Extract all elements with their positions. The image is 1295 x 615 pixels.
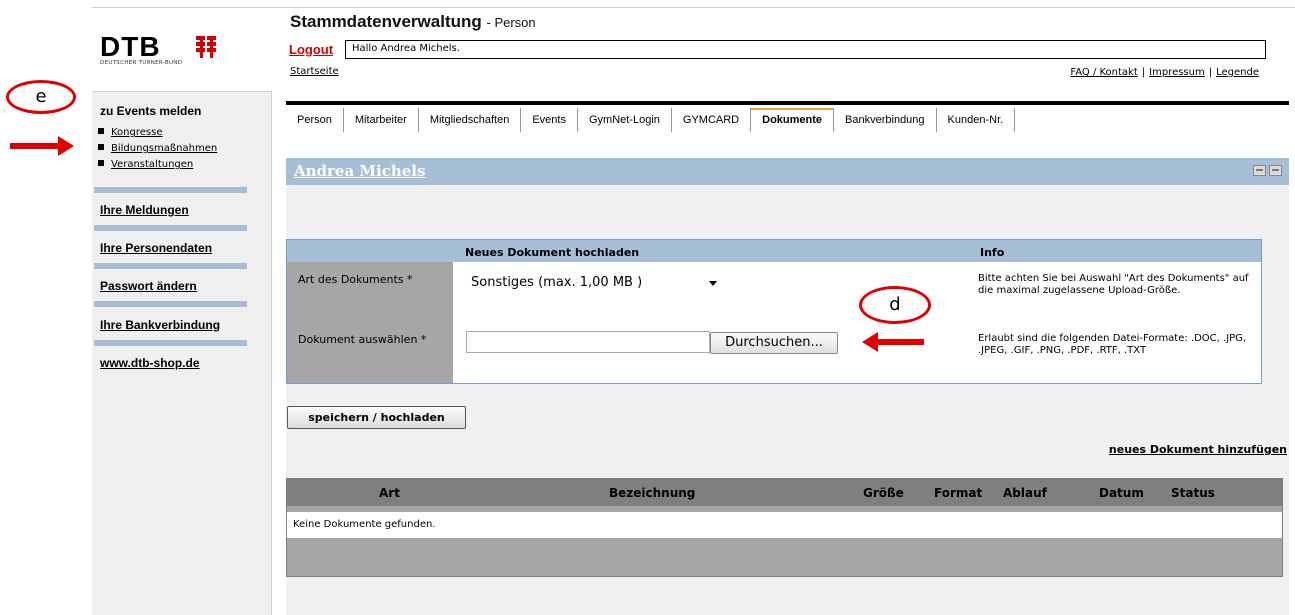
col-bezeichnung: Bezeichnung — [609, 486, 696, 500]
browse-button[interactable]: Durchsuchen... — [710, 332, 838, 354]
info-file-formats: Erlaubt sind die folgenden Datei-Formate… — [978, 333, 1247, 356]
tab-kunden-nr[interactable]: Kunden-Nr. — [937, 108, 1016, 132]
page-title-main: Stammdatenverwaltung — [290, 12, 482, 31]
sidebar-divider — [94, 187, 247, 193]
startseite-link[interactable]: Startseite — [290, 66, 339, 77]
tab-mitgliedschaften[interactable]: Mitgliedschaften — [419, 108, 522, 132]
tab-person[interactable]: Person — [286, 108, 344, 132]
annotation-marker-e: e — [6, 80, 76, 114]
page-title: Stammdatenverwaltung - Person — [290, 12, 536, 32]
tab-mitarbeiter[interactable]: Mitarbeiter — [344, 108, 419, 132]
documents-table-header: Art Bezeichnung Größe Format Ablauf Datu… — [287, 479, 1282, 506]
dtb-emblem-icon — [196, 36, 216, 58]
bildungsmassnahmen-link[interactable]: Bildungsmaßnahmen — [111, 143, 217, 154]
logout-link[interactable]: Logout — [289, 42, 333, 57]
info-heading: Info — [980, 246, 1005, 259]
empty-message: Keine Dokumente gefunden. — [293, 519, 436, 530]
table-row: Keine Dokumente gefunden. — [287, 512, 1282, 538]
file-path-input[interactable] — [466, 331, 710, 353]
sidebar-events-header: zu Events melden — [100, 104, 202, 118]
col-datum: Datum — [1099, 486, 1144, 500]
restore-icon[interactable] — [1269, 165, 1282, 176]
chevron-down-icon — [709, 281, 717, 286]
sidebar-item-passwort[interactable]: Passwort ändern — [100, 279, 197, 293]
sidebar-item-bankverbindung[interactable]: Ihre Bankverbindung — [100, 318, 220, 332]
sidebar-item-dtb-shop[interactable]: www.dtb-shop.de — [100, 356, 200, 370]
doc-type-select[interactable]: Sonstiges (max. 1,00 MB ) — [466, 273, 722, 293]
add-document-link[interactable]: neues Dokument hinzufügen — [1109, 443, 1287, 456]
col-ablauf: Ablauf — [1003, 486, 1047, 500]
sidebar-item-bildungsmassnahmen: Bildungsmaßnahmen — [98, 141, 217, 157]
dtb-logo: DTB DEUTSCHER TURNER-BUND — [96, 32, 236, 72]
header-top-rule — [92, 7, 1295, 8]
tab-gymcard[interactable]: GYMCARD — [672, 108, 752, 132]
greeting-box: Hallo Andrea Michels. — [345, 40, 1266, 59]
save-upload-button[interactable]: speichern / hochladen — [287, 406, 466, 429]
tabbar-rule — [286, 101, 1289, 105]
col-art: Art — [379, 486, 400, 500]
info-upload-size: Bitte achten Sie bei Auswahl "Art des Do… — [978, 273, 1249, 296]
logo-text: DTB — [100, 31, 161, 62]
tab-events[interactable]: Events — [521, 108, 578, 132]
kongresse-link[interactable]: Kongresse — [111, 127, 162, 138]
person-name-band: Andrea Michels — [286, 158, 1289, 185]
sidebar-divider — [94, 301, 247, 307]
sidebar-divider — [94, 225, 247, 231]
legende-link[interactable]: Legende — [1216, 67, 1259, 78]
impressum-link[interactable]: Impressum — [1149, 67, 1205, 78]
minimize-icon[interactable] — [1253, 165, 1266, 176]
annotation-marker-d: d — [859, 286, 931, 324]
separator: | — [1141, 67, 1146, 78]
bullet-icon — [98, 144, 104, 150]
sidebar-item-personendaten[interactable]: Ihre Personendaten — [100, 241, 212, 255]
upload-heading: Neues Dokument hochladen — [465, 246, 640, 259]
col-groesse: Größe — [863, 486, 904, 500]
tab-bankverbindung[interactable]: Bankverbindung — [834, 108, 937, 132]
upload-form-header: Neues Dokument hochladen Info — [287, 240, 1261, 262]
col-status: Status — [1171, 486, 1215, 500]
logo-subtitle: DEUTSCHER TURNER-BUND — [100, 60, 183, 66]
top-links: FAQ / Kontakt | Impressum | Legende — [1070, 67, 1259, 78]
upload-form-label-column: Art des Dokuments * Dokument auswählen * — [287, 262, 453, 383]
veranstaltungen-link[interactable]: Veranstaltungen — [111, 159, 193, 170]
tab-bar: Person Mitarbeiter Mitgliedschaften Even… — [286, 108, 1016, 134]
sidebar: zu Events melden Kongresse Bildungsmaßna… — [92, 91, 272, 615]
col-format: Format — [934, 486, 983, 500]
file-select-label: Dokument auswählen * — [298, 333, 427, 346]
doc-type-value: Sonstiges (max. 1,00 MB ) — [471, 275, 643, 290]
faq-contact-link[interactable]: FAQ / Kontakt — [1070, 67, 1137, 78]
annotation-arrow-right-icon — [10, 136, 74, 156]
sidebar-divider — [94, 340, 247, 346]
sidebar-event-list: Kongresse Bildungsmaßnahmen Veranstaltun… — [98, 125, 217, 173]
bullet-icon — [98, 160, 104, 166]
tab-gymnet-login[interactable]: GymNet-Login — [578, 108, 672, 132]
sidebar-item-meldungen[interactable]: Ihre Meldungen — [100, 203, 189, 217]
separator: | — [1208, 67, 1213, 78]
bullet-icon — [98, 128, 104, 134]
sidebar-item-kongresse: Kongresse — [98, 125, 217, 141]
tab-dokumente[interactable]: Dokumente — [751, 108, 835, 132]
annotation-arrow-left-icon — [862, 332, 924, 352]
person-name-link[interactable]: Andrea Michels — [294, 162, 425, 180]
page-title-sub: - Person — [486, 15, 536, 30]
sidebar-item-veranstaltungen: Veranstaltungen — [98, 157, 217, 173]
sidebar-divider — [94, 263, 247, 269]
doc-type-label: Art des Dokuments * — [298, 273, 413, 286]
